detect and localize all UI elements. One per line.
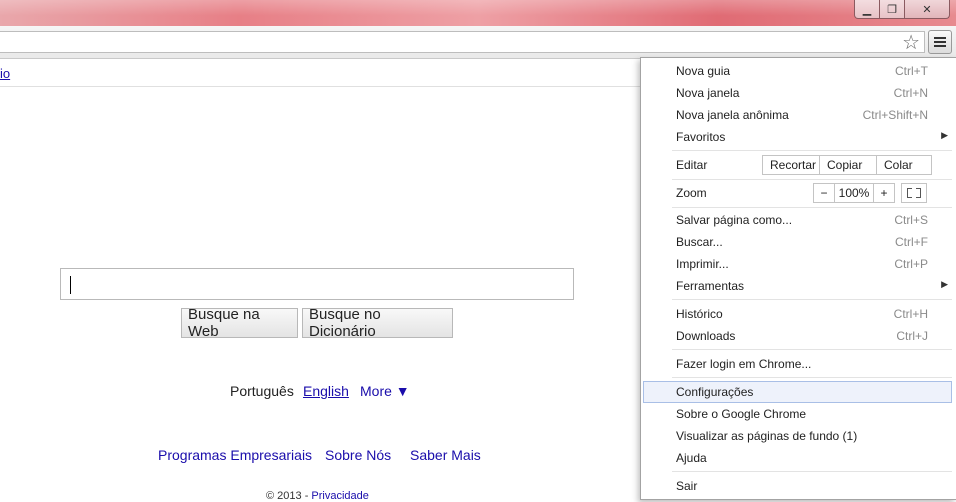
menu-separator xyxy=(672,471,952,472)
menu-separator xyxy=(672,150,952,151)
menu-separator xyxy=(672,349,952,350)
menu-item-label: Zoom xyxy=(676,186,707,200)
menu-item-nova-guia[interactable]: Nova guia Ctrl+T xyxy=(642,60,956,82)
menu-item-shortcut: Ctrl+N xyxy=(893,86,928,100)
menu-item-shortcut: Ctrl+T xyxy=(895,64,928,78)
footer-about-link[interactable]: Sobre Nós xyxy=(325,447,391,463)
menu-separator xyxy=(672,207,952,208)
submenu-arrow-icon: ▶ xyxy=(941,130,948,140)
menu-item-salvar-pagina[interactable]: Salvar página como... Ctrl+S xyxy=(642,209,956,231)
menu-item-shortcut: Ctrl+Shift+N xyxy=(862,108,928,122)
menu-item-shortcut: Ctrl+H xyxy=(893,307,928,321)
search-dictionary-button[interactable]: Busque no Dicionário xyxy=(302,306,453,340)
menu-item-label: Sobre o Google Chrome xyxy=(676,407,807,421)
zoom-controls: − 100% + xyxy=(813,183,895,203)
menu-item-configuracoes[interactable]: Configurações xyxy=(643,381,952,403)
maximize-button[interactable]: ❐ xyxy=(880,0,905,19)
minimize-button[interactable]: ▁ xyxy=(854,0,880,19)
close-button[interactable]: ✕ xyxy=(905,0,950,19)
menu-item-paginas-fundo[interactable]: Visualizar as páginas de fundo (1) xyxy=(642,425,956,447)
menu-item-label: Buscar... xyxy=(676,235,723,249)
close-icon: ✕ xyxy=(922,3,932,16)
menu-item-shortcut: Ctrl+F xyxy=(895,235,928,249)
topbar-link[interactable]: io xyxy=(0,66,10,81)
zoom-level: 100% xyxy=(834,184,874,202)
language-english-link[interactable]: English xyxy=(303,383,349,399)
menu-item-label: Visualizar as páginas de fundo (1) xyxy=(676,429,858,443)
copy-button[interactable]: Copiar xyxy=(819,156,876,174)
menu-item-label: Ferramentas xyxy=(676,279,745,293)
menu-item-label: Nova guia xyxy=(676,64,731,78)
menu-item-label: Histórico xyxy=(676,307,723,321)
chrome-menu: Nova guia Ctrl+T Nova janela Ctrl+N Nova… xyxy=(640,57,956,500)
menu-item-sair[interactable]: Sair xyxy=(642,475,956,497)
hamburger-icon xyxy=(934,37,946,47)
omnibox[interactable]: ☆ xyxy=(0,30,925,55)
menu-item-ferramentas[interactable]: Ferramentas ▶ xyxy=(642,275,956,297)
menu-item-fazer-login[interactable]: Fazer login em Chrome... xyxy=(642,353,956,375)
privacy-link[interactable]: Privacidade xyxy=(311,490,368,502)
menu-item-shortcut: Ctrl+J xyxy=(896,329,928,343)
menu-item-buscar[interactable]: Buscar... Ctrl+F xyxy=(642,231,956,253)
menu-item-label: Sair xyxy=(676,479,698,493)
zoom-in-button[interactable]: + xyxy=(874,184,894,202)
menu-item-shortcut: Ctrl+S xyxy=(894,213,928,227)
submenu-arrow-icon: ▶ xyxy=(941,279,948,289)
menu-item-label: Nova janela anônima xyxy=(676,108,789,122)
menu-item-label: Editar xyxy=(676,158,708,172)
menu-separator xyxy=(672,377,952,378)
menu-item-label: Nova janela xyxy=(676,86,740,100)
text-caret xyxy=(70,276,71,294)
menu-item-label: Salvar página como... xyxy=(676,213,793,227)
search-web-button[interactable]: Busque na Web xyxy=(181,306,298,340)
edit-button-group: Recortar Copiar Colar xyxy=(762,155,932,175)
language-portuguese: Português xyxy=(230,383,294,399)
menu-item-nova-janela[interactable]: Nova janela Ctrl+N xyxy=(642,82,956,104)
window-titlebar xyxy=(0,0,956,26)
menu-item-favoritos[interactable]: Favoritos ▶ xyxy=(642,126,956,148)
menu-item-shortcut: Ctrl+P xyxy=(894,257,928,271)
footer-business-link[interactable]: Programas Empresariais xyxy=(158,447,312,463)
menu-item-label: Configurações xyxy=(676,385,754,399)
menu-item-label: Ajuda xyxy=(676,451,707,465)
menu-item-label: Imprimir... xyxy=(676,257,729,271)
menu-item-nova-janela-anonima[interactable]: Nova janela anônima Ctrl+Shift+N xyxy=(642,104,956,126)
menu-item-editar: Editar Recortar Copiar Colar xyxy=(642,152,956,178)
menu-item-imprimir[interactable]: Imprimir... Ctrl+P xyxy=(642,253,956,275)
menu-item-label: Fazer login em Chrome... xyxy=(676,357,812,371)
fullscreen-button[interactable] xyxy=(901,183,927,203)
menu-item-label: Favoritos xyxy=(676,130,726,144)
browser-toolbar: ☆ xyxy=(0,26,956,59)
zoom-out-button[interactable]: − xyxy=(814,184,834,202)
menu-item-ajuda[interactable]: Ajuda xyxy=(642,447,956,469)
search-input[interactable] xyxy=(60,268,574,300)
menu-item-downloads[interactable]: Downloads Ctrl+J xyxy=(642,325,956,347)
copyright: © 2013 - Privacidade xyxy=(266,490,369,502)
chrome-menu-button[interactable] xyxy=(928,30,952,54)
footer-learn-more-link[interactable]: Saber Mais xyxy=(410,447,481,463)
menu-item-historico[interactable]: Histórico Ctrl+H xyxy=(642,303,956,325)
menu-item-zoom: Zoom − 100% + xyxy=(642,180,956,206)
bookmark-star-icon[interactable]: ☆ xyxy=(902,30,920,55)
menu-separator xyxy=(672,299,952,300)
paste-button[interactable]: Colar xyxy=(876,156,931,174)
restore-icon: ❐ xyxy=(887,3,897,16)
cut-button[interactable]: Recortar xyxy=(763,156,819,174)
menu-item-label: Downloads xyxy=(676,329,736,343)
copyright-text: © 2013 - xyxy=(266,490,309,502)
menu-item-sobre-chrome[interactable]: Sobre o Google Chrome xyxy=(642,403,956,425)
minimize-icon: ▁ xyxy=(862,3,872,16)
more-languages-link[interactable]: More ▼ xyxy=(360,383,410,399)
window-controls: ▁ ❐ ✕ xyxy=(854,0,950,19)
